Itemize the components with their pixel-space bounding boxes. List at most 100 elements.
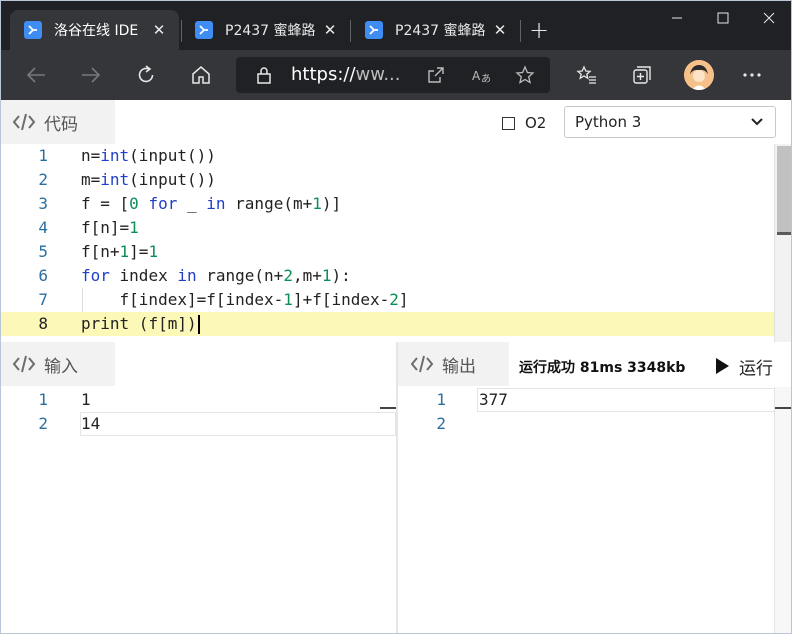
code-token: index — [109, 266, 178, 285]
tab-close-icon[interactable]: ✕ — [149, 20, 169, 40]
code-token: 1 — [119, 242, 130, 261]
code-editor-scrollbar[interactable] — [774, 144, 792, 342]
output-line-text: 377 — [479, 390, 508, 409]
code-token: ] — [398, 290, 409, 309]
code-token: ): — [331, 266, 351, 285]
output-line-number: 1 — [436, 390, 446, 409]
code-token: 1 — [312, 194, 322, 213]
code-line-text: f = [0 for _ in range(m+1)] — [81, 192, 341, 216]
luogu-favicon-icon — [24, 21, 42, 39]
code-panel-header: 代码 — [0, 100, 115, 144]
code-token: (f[m]) — [129, 314, 197, 333]
output-line: 1 377 — [398, 388, 774, 412]
code-token: int — [100, 146, 130, 165]
home-icon[interactable] — [186, 60, 216, 90]
output-panel-title: 输出 — [442, 356, 476, 377]
code-line-text: for index in range(n+2,m+1): — [81, 264, 351, 288]
code-token: in — [206, 194, 226, 213]
code-line-number: 2 — [38, 170, 48, 189]
new-tab-button[interactable]: + — [526, 18, 552, 44]
read-aloud-icon[interactable]: Aあ — [472, 65, 492, 85]
collections-icon[interactable] — [627, 60, 657, 90]
profile-avatar[interactable] — [684, 60, 714, 90]
forward-icon[interactable] — [76, 60, 106, 90]
code-token: for — [148, 194, 178, 213]
tab-title: P2437 蜜蜂路 — [395, 23, 486, 39]
output-scrollbar[interactable] — [774, 387, 792, 634]
url-rest: ww... — [355, 64, 401, 85]
refresh-icon[interactable] — [131, 60, 161, 90]
tab-title: 洛谷在线 IDE — [54, 23, 139, 39]
code-token: ]= — [129, 242, 149, 261]
code-icon — [12, 354, 36, 374]
code-line-text: m=int(input()) — [81, 168, 216, 192]
close-icon[interactable] — [746, 0, 792, 36]
code-panel-title: 代码 — [44, 114, 78, 135]
input-scroll-marker — [380, 407, 396, 409]
o2-checkbox[interactable] — [502, 116, 515, 130]
text-cursor — [198, 315, 200, 334]
code-icon — [12, 112, 36, 132]
code-line[interactable]: 4 f[n]=1 — [0, 216, 774, 240]
code-line[interactable]: 5 f[n+1]=1 — [0, 240, 774, 264]
code-line[interactable]: 6 for index in range(n+2,m+1): — [0, 264, 774, 288]
play-icon — [716, 358, 729, 374]
svg-text:A: A — [472, 69, 481, 83]
output-panel-header: 输出 — [398, 342, 509, 386]
tab-luogu-ide[interactable]: 洛谷在线 IDE ✕ — [10, 10, 179, 50]
code-token: )] — [321, 194, 342, 213]
code-token: 1 — [283, 290, 293, 309]
input-line-text: 1 — [81, 390, 91, 409]
code-token: int — [100, 170, 130, 189]
code-token: f[index]=f[index- — [81, 290, 284, 309]
tab-p2437-2[interactable]: P2437 蜜蜂路 ✕ — [351, 10, 520, 50]
code-token: (input()) — [129, 146, 216, 165]
maximize-icon[interactable] — [700, 0, 746, 36]
input-panel-header: 输入 — [0, 342, 115, 386]
back-icon[interactable] — [21, 60, 51, 90]
output-line-number: 2 — [436, 414, 446, 433]
tab-p2437-1[interactable]: P2437 蜜蜂路 ✕ — [181, 10, 350, 50]
tab-close-icon[interactable]: ✕ — [320, 20, 340, 40]
more-icon[interactable] — [737, 60, 767, 90]
tab-close-icon[interactable]: ✕ — [490, 20, 510, 40]
input-line: 2 14 — [0, 412, 396, 436]
address-bar[interactable]: https://ww... Aあ — [236, 57, 550, 93]
code-line[interactable]: 3 f = [0 for _ in range(m+1)] — [0, 192, 774, 216]
run-button[interactable]: 运行 — [716, 352, 773, 380]
favorite-star-icon[interactable] — [515, 65, 535, 85]
code-line[interactable]: 8 print (f[m]) — [0, 312, 792, 336]
browser-titlebar: 洛谷在线 IDE ✕ P2437 蜜蜂路 ✕ P2437 蜜蜂路 ✕ + — [0, 0, 792, 50]
code-editor[interactable]: 1 n=int(input()) 2 m=int(input()) 3 f = [0 fo… — [0, 144, 792, 342]
code-line[interactable]: 2 m=int(input()) — [0, 168, 774, 192]
code-line-number: 7 — [38, 290, 48, 309]
indent-guide — [82, 288, 83, 312]
code-token: n= — [81, 146, 101, 165]
code-token: 2 — [283, 266, 293, 285]
code-token: range(m+ — [225, 194, 313, 213]
scrollbar-cursor-marker — [777, 232, 791, 235]
chevron-down-icon — [751, 118, 763, 126]
minimize-icon[interactable] — [654, 0, 700, 36]
code-token: ]+f[index- — [292, 290, 390, 309]
open-in-app-icon[interactable] — [426, 65, 446, 85]
input-line-text: 14 — [81, 414, 101, 433]
language-selected-value: Python 3 — [575, 113, 642, 131]
o2-toggle[interactable]: O2 — [502, 114, 546, 132]
code-line[interactable]: 1 n=int(input()) — [0, 144, 774, 168]
input-panel-title: 输入 — [44, 356, 78, 377]
lock-icon[interactable] — [254, 65, 274, 85]
code-token: print — [81, 314, 130, 333]
code-token: f = [ — [81, 194, 130, 213]
favorites-list-icon[interactable] — [572, 60, 602, 90]
code-line-number: 4 — [38, 218, 48, 237]
run-button-label: 运行 — [739, 358, 773, 379]
output-line: 2 — [398, 412, 774, 436]
o2-label: O2 — [525, 114, 547, 132]
code-line[interactable]: 7 f[index]=f[index-1]+f[index-2] — [0, 288, 774, 312]
code-token: range(n+ — [196, 266, 284, 285]
scrollbar-thumb[interactable] — [777, 146, 791, 232]
luogu-favicon-icon — [365, 21, 383, 39]
language-select[interactable]: Python 3 — [564, 106, 776, 138]
